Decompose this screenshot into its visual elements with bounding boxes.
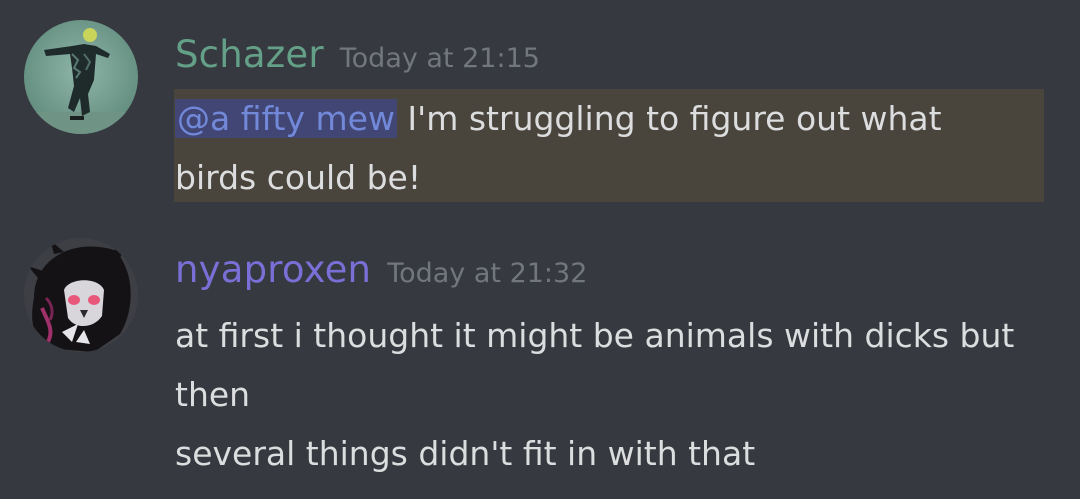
timestamp: Today at 21:15: [339, 43, 540, 74]
message-line: birds could be!: [175, 158, 422, 197]
message-content: at first i thought it might be animals w…: [175, 306, 1014, 483]
message-text: I'm struggling to figure out what: [396, 99, 942, 138]
user-avatar[interactable]: [24, 20, 138, 134]
author-name[interactable]: Schazer: [175, 33, 324, 76]
message-line: then: [175, 375, 251, 414]
timestamp: Today at 21:32: [387, 258, 588, 289]
avatar-dark-creature-icon: [24, 238, 138, 352]
message-line: several things didn't fit in with that: [175, 434, 756, 473]
message-item: nyaproxen Today at 21:32 at first i thoug…: [0, 210, 1080, 499]
message-item: Schazer Today at 21:15 @a fifty mew I'm s…: [0, 0, 1080, 210]
message-line: @a fifty mew I'm struggling to figure ou…: [175, 89, 942, 148]
message-line: at first i thought it might be animals w…: [175, 316, 1015, 355]
message-content: @a fifty mew I'm struggling to figure ou…: [175, 89, 942, 207]
user-mention[interactable]: @a fifty mew: [175, 99, 397, 138]
author-name[interactable]: nyaproxen: [175, 248, 371, 291]
avatar-photo-figure-icon: [24, 20, 138, 134]
user-avatar[interactable]: [24, 238, 138, 352]
